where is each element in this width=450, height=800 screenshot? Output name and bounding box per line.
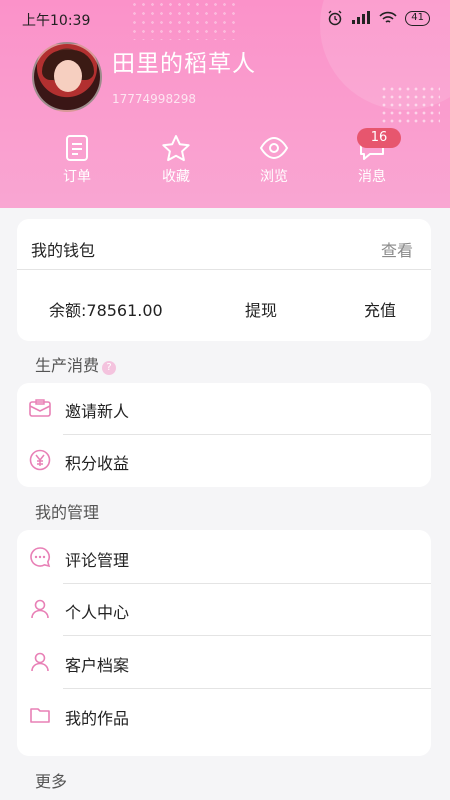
help-icon[interactable]: ? [102, 361, 117, 375]
profile-phone: 17774998298 [112, 92, 196, 106]
list-item-label: 积分收益 [65, 454, 130, 473]
wifi-icon [379, 11, 397, 23]
list-item-customer-files[interactable]: 客户档案 [17, 637, 431, 689]
quick-action-label: 消息 [358, 169, 386, 185]
production-card: 邀请新人 积分收益 [17, 383, 431, 487]
avatar[interactable] [32, 42, 102, 112]
user-icon [31, 599, 49, 619]
list-item-comments[interactable]: 评论管理 [17, 532, 431, 584]
yen-icon [29, 449, 51, 471]
message-badge: 16 [357, 128, 401, 148]
list-item-my-works[interactable]: 我的作品 [17, 690, 431, 742]
wallet-title: 我的钱包 [31, 241, 96, 260]
wallet-balance: 余额:78561.00 [49, 301, 163, 320]
status-bar: 上午10:39 41 [0, 0, 450, 36]
quick-action-favorites[interactable]: 收藏 [146, 134, 206, 186]
invite-icon [29, 399, 51, 417]
header-dots [380, 85, 440, 125]
quick-action-label: 浏览 [260, 169, 288, 185]
comment-icon [30, 547, 51, 568]
wallet-card: 我的钱包 查看 余额:78561.00 提现 充值 [17, 219, 431, 341]
avatar-face [54, 60, 82, 92]
divider [63, 688, 431, 689]
quick-action-label: 收藏 [162, 169, 190, 185]
list-item-personal-center[interactable]: 个人中心 [17, 584, 431, 636]
star-icon [162, 135, 190, 162]
list-item-label: 客户档案 [65, 656, 130, 675]
list-item-label: 个人中心 [65, 603, 130, 622]
section-title-production: 生产消费? [35, 352, 117, 376]
list-item-points[interactable]: 积分收益 [17, 435, 431, 487]
battery-icon: 41 [405, 10, 430, 26]
section-title-more: 更多 [35, 772, 68, 791]
user-icon [31, 652, 49, 672]
divider [17, 269, 431, 270]
list-item-label: 邀请新人 [65, 402, 130, 421]
signal-icon [352, 11, 371, 24]
recharge-button[interactable]: 充值 [364, 297, 396, 321]
folder-icon [30, 708, 50, 723]
status-time: 上午10:39 [22, 13, 91, 29]
withdraw-button[interactable]: 提现 [245, 297, 277, 321]
management-card: 评论管理 个人中心 客户档案 我的作品 [17, 530, 431, 756]
list-item-invite[interactable]: 邀请新人 [17, 383, 431, 435]
section-title-text: 生产消费 [35, 356, 100, 375]
section-title-management: 我的管理 [35, 503, 100, 522]
profile-name: 田里的稻草人 [112, 51, 256, 77]
alarm-icon [328, 10, 342, 26]
list-item-label: 我的作品 [65, 709, 130, 728]
quick-action-orders[interactable]: 订单 [47, 134, 107, 186]
eye-icon [259, 136, 289, 160]
quick-action-history[interactable]: 浏览 [244, 134, 304, 186]
list-item-label: 评论管理 [65, 551, 130, 570]
divider [63, 635, 431, 636]
order-icon [66, 135, 88, 161]
quick-action-label: 订单 [63, 169, 91, 185]
wallet-view-link[interactable]: 查看 [381, 237, 413, 261]
